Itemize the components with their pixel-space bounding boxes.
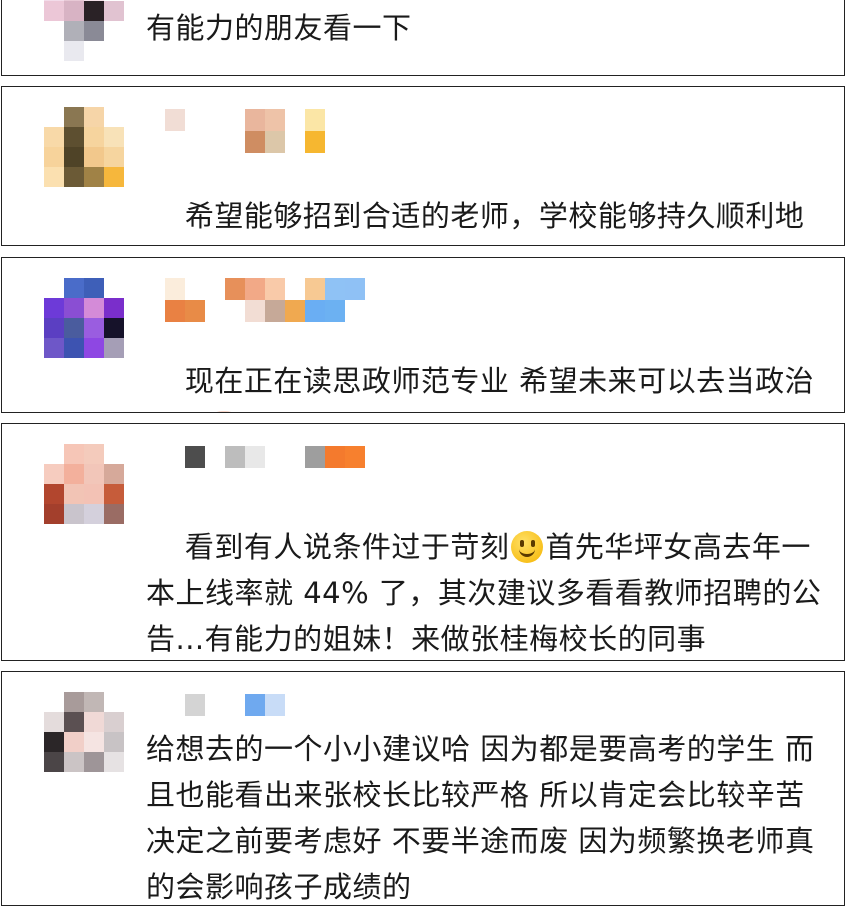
avatar[interactable]: [44, 278, 124, 358]
username-redacted[interactable]: [165, 278, 365, 300]
avatar[interactable]: [44, 107, 124, 187]
comment-card: 有能力的朋友看一下: [1, 0, 845, 76]
comment-card: 现在正在读思政师范专业 希望未来可以去当政治老师: [1, 257, 845, 413]
blushing-sticker-icon: [207, 411, 242, 412]
comment-text: 看到有人说条件过于苛刻 首先华坪女高去年一本上线率就 44% 了，其次建议多看看教…: [146, 478, 822, 660]
comment-text: 现在正在读思政师范专业 希望未来可以去当政治老师: [146, 312, 822, 412]
comment-text-part: 看到有人说条件过于苛刻: [184, 530, 510, 564]
comment-text: 希望能够招到合适的老师，学校能够持久顺利地办下去: [146, 147, 822, 245]
username-redacted[interactable]: [185, 446, 365, 468]
comment-card: 希望能够招到合适的老师，学校能够持久顺利地办下去: [1, 86, 845, 246]
comment-text-body: 现在正在读思政师范专业 希望未来可以去当政治老师: [146, 364, 815, 412]
username-redacted[interactable]: [185, 694, 285, 716]
smile-icon: [511, 531, 544, 563]
avatar[interactable]: [44, 692, 124, 772]
avatar[interactable]: [44, 444, 124, 524]
comment-text-body: 希望能够招到合适的老师，学校能够持久顺利地办下去: [184, 199, 805, 233]
username-redacted[interactable]: [165, 109, 325, 131]
comment-text: 给想去的一个小小建议哈 因为都是要高考的学生 而且也能看出来张校长比较严格 所以…: [146, 732, 815, 904]
comment-card: 看到有人说条件过于苛刻 首先华坪女高去年一本上线率就 44% 了，其次建议多看看教…: [1, 423, 845, 661]
comment-text: 有能力的朋友看一下: [146, 11, 412, 45]
comment-card: 给想去的一个小小建议哈 因为都是要高考的学生 而且也能看出来张校长比较严格 所以…: [1, 671, 845, 906]
avatar[interactable]: [44, 0, 124, 61]
